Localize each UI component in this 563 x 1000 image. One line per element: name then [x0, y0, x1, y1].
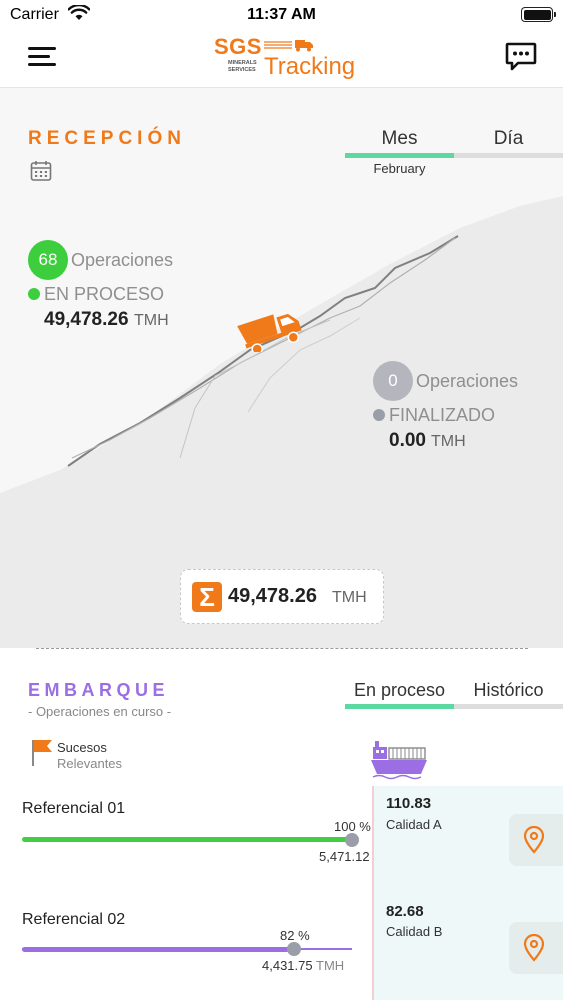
- clock: 11:37 AM: [247, 6, 316, 23]
- referencial-02-unit: TMH: [316, 958, 345, 973]
- proceso-count-badge: 68: [28, 240, 68, 280]
- finalizado-amount: 0.00: [389, 430, 426, 451]
- referencial-02-pct: 82 %: [280, 928, 310, 943]
- ship-icon: [371, 741, 427, 780]
- month-label: February: [373, 161, 426, 176]
- location-pin-icon: [523, 826, 545, 854]
- chat-icon[interactable]: [505, 42, 537, 72]
- proceso-amount: 49,478.26: [44, 309, 129, 330]
- referencial-02-knob: [287, 942, 301, 956]
- sucesos-label: Sucesos: [57, 740, 107, 755]
- dump-truck-icon: [237, 313, 302, 352]
- finalizado-status-dot: [373, 409, 385, 421]
- logo-subtitle: MINERALS SERVICES: [228, 60, 257, 73]
- app-header: SGS MINERALS SERVICES Tracking: [0, 30, 563, 88]
- referencial-01-knob: [345, 833, 359, 847]
- location-pin-icon: [523, 934, 545, 962]
- tab-mes[interactable]: Mes: [345, 128, 454, 150]
- referencial-01-quality-value: 110.83: [386, 795, 432, 812]
- sigma-icon: Σ: [192, 582, 222, 612]
- logo-tracking: Tracking: [264, 53, 356, 80]
- tab-en-proceso-indicator: [345, 704, 454, 709]
- proceso-state-label: EN PROCESO: [44, 284, 165, 304]
- referencial-01-amount: 5,471.12: [319, 849, 370, 864]
- embarque-subtitle: - Operaciones en curso -: [28, 704, 172, 719]
- battery-icon: [521, 7, 556, 22]
- sgs-tracking-logo: SGS MINERALS SERVICES Tracking: [214, 34, 356, 84]
- embarque-title: EMBARQUE: [28, 680, 170, 700]
- referencial-02-name: Referencial 02: [22, 911, 126, 928]
- tab-dia-indicator: [454, 153, 563, 158]
- referencial-01-progress: [22, 837, 352, 842]
- logo-sgs: SGS: [214, 34, 262, 59]
- tab-dia[interactable]: Día: [454, 128, 563, 150]
- flag-icon: [32, 740, 52, 766]
- relevantes-label: Relevantes: [57, 756, 123, 771]
- section-divider: [36, 648, 528, 649]
- total-value: 49,478.26: [228, 585, 317, 607]
- tab-en-proceso[interactable]: En proceso: [345, 680, 454, 701]
- finalizado-ops-label: Operaciones: [416, 371, 519, 391]
- referencial-02-location-button[interactable]: [509, 922, 563, 974]
- tab-mes-indicator: [345, 153, 454, 158]
- tab-historico[interactable]: Histórico: [454, 680, 563, 701]
- referencial-01-name: Referencial 01: [22, 800, 126, 817]
- calendar-icon[interactable]: [30, 160, 52, 182]
- hamburger-menu-icon[interactable]: [26, 44, 58, 70]
- proceso-status-dot: [28, 288, 40, 300]
- status-bar: Carrier 11:37 AM: [0, 0, 563, 30]
- finalizado-count-badge: 0: [373, 361, 413, 401]
- finalizado-state-label: FINALIZADO: [389, 405, 496, 425]
- referencial-01-location-button[interactable]: [509, 814, 563, 866]
- proceso-unit: TMH: [134, 312, 169, 329]
- referencial-01-quality-label: Calidad A: [386, 817, 442, 832]
- logo-truck-icon: [264, 40, 313, 52]
- referencial-02-quality-value: 82.68: [386, 903, 424, 920]
- recepcion-section: RECEPCIÓN Mes Día February 68 Operacione…: [0, 88, 563, 648]
- hill-illustration: [0, 196, 563, 648]
- referencial-02-quality-label: Calidad B: [386, 924, 443, 939]
- tab-historico-indicator: [454, 704, 563, 709]
- referencial-02-progress: [22, 947, 294, 952]
- referencial-01-pct: 100 %: [334, 819, 371, 834]
- finalizado-unit: TMH: [431, 433, 466, 450]
- proceso-ops-label: Operaciones: [71, 250, 174, 270]
- total-box: Σ 49,478.26 TMH: [180, 569, 384, 624]
- referencial-02-amount-row: 4,431.75 TMH: [262, 958, 344, 973]
- recepcion-title: RECEPCIÓN: [28, 128, 186, 149]
- referencial-02-amount: 4,431.75: [262, 958, 313, 973]
- total-unit: TMH: [332, 589, 367, 606]
